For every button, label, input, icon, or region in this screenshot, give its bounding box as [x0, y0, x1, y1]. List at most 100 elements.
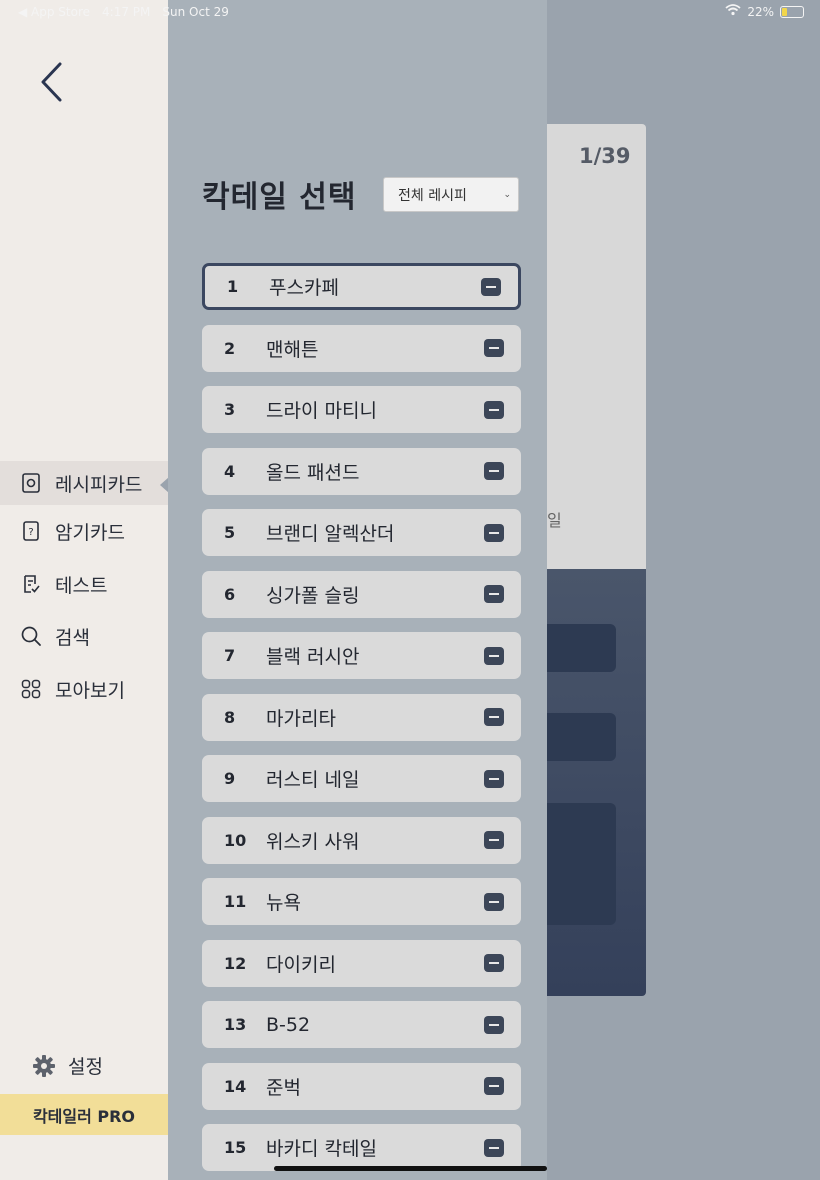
sidebar-item-label: 테스트 — [55, 574, 108, 597]
cocktail-name: B-52 — [266, 1013, 311, 1036]
remove-icon[interactable] — [484, 892, 504, 911]
status-bar: ◀ App Store 4:17 PM Sun Oct 29 22% — [0, 0, 820, 24]
remove-icon[interactable] — [484, 646, 504, 665]
remove-icon[interactable] — [481, 277, 501, 296]
battery-icon — [780, 5, 804, 18]
status-time: 4:17 PM — [102, 5, 151, 19]
cocktail-row[interactable]: 7 블랙 러시안 — [202, 632, 521, 679]
cocktail-name: 블랙 러시안 — [266, 646, 360, 668]
cocktail-name: 뉴욕 — [266, 892, 301, 914]
settings-button[interactable]: 설정 — [32, 1052, 103, 1079]
cocktail-number: 10 — [224, 830, 247, 850]
remove-icon[interactable] — [484, 523, 504, 542]
remove-icon[interactable] — [484, 1077, 504, 1095]
cocktail-number: 4 — [224, 461, 236, 481]
chevron-down-icon: ⌄ — [503, 190, 511, 200]
svg-text:?: ? — [28, 527, 33, 538]
cocktail-row[interactable]: 8 마가리타 — [202, 693, 521, 741]
cocktail-row[interactable]: 1 푸스카페 — [202, 263, 521, 310]
cocktail-name: 맨해튼 — [266, 338, 319, 361]
remove-icon[interactable] — [484, 1138, 504, 1157]
sidebar-item-label: 검색 — [55, 626, 90, 649]
cocktail-name: 준벅 — [266, 1076, 301, 1099]
pro-upgrade-button[interactable]: 칵테일러 PRO — [0, 1094, 168, 1135]
cocktail-row[interactable]: 2 맨해튼 — [202, 324, 521, 372]
cocktail-row[interactable]: 14 준벅 — [202, 1062, 521, 1110]
cocktail-name: 싱가폴 슬링 — [266, 584, 360, 607]
checklist-icon — [20, 573, 42, 595]
cocktail-row[interactable]: 12 다이키리 — [202, 939, 521, 987]
card-field — [547, 803, 616, 925]
card-field — [547, 624, 616, 672]
cocktail-number: 8 — [224, 707, 236, 727]
sidebar-item-test[interactable]: 테스트 — [0, 562, 168, 606]
gear-icon — [32, 1054, 56, 1078]
status-date: Sun Oct 29 — [162, 5, 229, 19]
remove-icon[interactable] — [484, 1015, 504, 1034]
cocktail-select-panel: 칵테일 선택 전체 레시피 ⌄ 1 푸스카페 2 맨해튼 3 드라이 마티니 4 올드 패션드… — [168, 0, 547, 1180]
sidebar-item-label: 암기카드 — [55, 521, 125, 544]
cocktail-number: 13 — [224, 1015, 247, 1034]
remove-icon[interactable] — [484, 339, 504, 357]
cocktail-name: 푸스카페 — [269, 277, 339, 299]
cocktail-row[interactable]: 9 러스티 네일 — [202, 755, 521, 802]
cocktail-number: 1 — [227, 277, 239, 296]
cocktail-number: 11 — [224, 892, 247, 911]
settings-label: 설정 — [68, 1056, 103, 1078]
cocktail-number: 12 — [224, 953, 247, 973]
cocktail-number: 15 — [224, 1138, 247, 1157]
cocktail-number: 3 — [224, 400, 236, 419]
grid-icon — [20, 678, 42, 700]
recipe-card-top — [547, 124, 646, 569]
sidebar-item-recipe-card[interactable]: 레시피카드 — [0, 461, 168, 505]
cocktail-name: 다이키리 — [266, 953, 336, 976]
remove-icon[interactable] — [484, 708, 504, 726]
cocktail-row[interactable]: 13 B-52 — [202, 1001, 521, 1048]
cocktail-row[interactable]: 11 뉴욕 — [202, 878, 521, 925]
chevron-left-icon[interactable] — [36, 60, 66, 104]
cocktail-number: 6 — [224, 584, 236, 604]
cocktail-name: 올드 패션드 — [266, 461, 360, 484]
remove-icon[interactable] — [484, 769, 504, 788]
remove-icon[interactable] — [484, 462, 504, 480]
sidebar-item-label: 모아보기 — [55, 679, 125, 702]
card-field — [547, 713, 616, 761]
sidebar-item-flashcard[interactable]: ? 암기카드 — [0, 509, 168, 553]
cocktail-name: 마가리타 — [266, 707, 336, 730]
remove-icon[interactable] — [484, 954, 504, 972]
cocktail-name: 위스키 사워 — [266, 830, 360, 853]
sidebar-item-collection[interactable]: 모아보기 — [0, 667, 168, 711]
cocktail-number: 7 — [224, 646, 236, 665]
cocktail-row[interactable]: 15 바카디 칵테일 — [202, 1124, 521, 1171]
sidebar-item-label: 레시피카드 — [55, 473, 143, 496]
sidebar: 레시피카드 ? 암기카드 테스트 검색 모아보기 설정 칵테일러 PRO — [0, 0, 168, 1180]
cocktail-row[interactable]: 3 드라이 마티니 — [202, 386, 521, 433]
cocktail-number: 14 — [224, 1076, 247, 1096]
remove-icon[interactable] — [484, 585, 504, 603]
search-icon — [20, 625, 42, 647]
cocktail-row[interactable]: 4 올드 패션드 — [202, 447, 521, 495]
card-partial-text: 일 — [547, 511, 562, 530]
sidebar-item-search[interactable]: 검색 — [0, 614, 168, 658]
battery-percent: 22% — [747, 4, 774, 19]
remove-icon[interactable] — [484, 831, 504, 849]
cocktail-name: 브랜디 알렉산더 — [266, 523, 395, 545]
cocktail-number: 2 — [224, 338, 236, 358]
page-title: 칵테일 선택 — [202, 180, 357, 215]
cocktail-row[interactable]: 5 브랜디 알렉산더 — [202, 509, 521, 556]
cocktail-number: 9 — [224, 769, 236, 788]
back-to-app-link[interactable]: ◀ App Store — [18, 5, 90, 19]
card-counter: 1/39 — [579, 144, 631, 168]
question-card-icon: ? — [20, 520, 42, 542]
cocktail-row[interactable]: 10 위스키 사워 — [202, 816, 521, 864]
recipe-filter-select[interactable]: 전체 레시피 ⌄ — [383, 177, 519, 212]
cocktail-name: 드라이 마티니 — [266, 400, 377, 422]
cocktail-row[interactable]: 6 싱가폴 슬링 — [202, 570, 521, 618]
remove-icon[interactable] — [484, 400, 504, 419]
wifi-icon — [725, 4, 741, 19]
cocktail-name: 러스티 네일 — [266, 769, 360, 791]
filter-value: 전체 레시피 — [398, 187, 467, 204]
cocktail-name: 바카디 칵테일 — [266, 1138, 377, 1160]
home-indicator — [274, 1166, 547, 1171]
cocktail-number: 5 — [224, 523, 236, 542]
